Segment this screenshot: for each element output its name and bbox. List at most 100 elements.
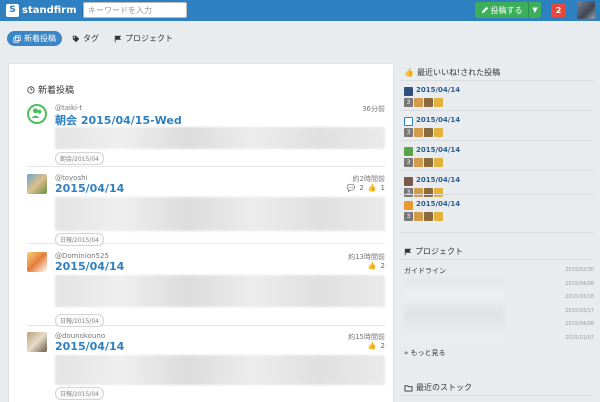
post-author[interactable]: @toyoshi (55, 174, 87, 182)
liker-avatars: 3 (404, 188, 443, 197)
tab-label: プロジェクト (125, 34, 173, 43)
project-list-blurred (404, 278, 504, 338)
liker-avatar[interactable] (424, 128, 433, 137)
liker-avatars: 3 (404, 98, 443, 107)
liker-avatar[interactable] (424, 158, 433, 167)
more-link-label: もっと見る (410, 349, 446, 357)
post-thumbnail (404, 117, 413, 126)
post-title[interactable]: 2015/04/14 (55, 260, 124, 273)
panel-title-text: 新着投稿 (38, 86, 75, 96)
post-preview (55, 275, 385, 307)
divider (400, 232, 594, 233)
group-icon (31, 108, 42, 118)
project-date: 2015/04/08 (565, 281, 594, 287)
search-input[interactable] (83, 2, 187, 18)
liked-post-item[interactable]: 2015/04/14 3 (404, 86, 594, 110)
liked-post-date[interactable]: 2015/04/14 (416, 146, 460, 154)
liker-avatar[interactable] (414, 128, 423, 137)
tab-projects[interactable]: プロジェクト (108, 31, 179, 46)
brand[interactable]: S standfirm ▼ (6, 3, 94, 18)
liked-post-item[interactable]: 2015/04/14 3 (404, 200, 594, 224)
comment-count: 2 (359, 184, 364, 192)
liker-avatar[interactable] (434, 98, 443, 107)
panel-title: 新着投稿 (27, 83, 74, 96)
post-author[interactable]: @Dominion525 (55, 252, 109, 260)
avatar[interactable] (27, 104, 47, 124)
project-date: 2015/01/07 (565, 335, 594, 341)
liker-avatar[interactable] (434, 188, 443, 197)
liked-post-item[interactable]: 2015/04/14 3 (404, 146, 594, 170)
post-item[interactable]: @toyoshi 約2時間前 2015/04/14 💬 2 👍 1 日報/2015/… (27, 174, 385, 246)
thumbs-up-icon: 👍 (367, 184, 377, 192)
flag-icon (114, 35, 122, 42)
post-title[interactable]: 2015/04/14 (55, 182, 124, 195)
post-item[interactable]: @taiki-t 36分前 朝会 2015/04/15-Wed 朝会/2015/… (27, 104, 385, 167)
project-date: 2015/04/08 (565, 321, 594, 327)
avatar[interactable] (27, 174, 47, 194)
liker-avatars: 3 (404, 212, 443, 221)
divider (400, 80, 594, 81)
divider (400, 395, 594, 396)
pencil-icon (481, 6, 488, 14)
tab-label: タグ (83, 34, 99, 43)
liked-post-date[interactable]: 2015/04/14 (416, 176, 460, 184)
post-thumbnail (404, 201, 413, 210)
post-tag[interactable]: 日報/2015/04 (55, 233, 104, 246)
like-count: 3 (404, 188, 413, 197)
post-dropdown-icon[interactable]: ▼ (528, 2, 541, 18)
post-title[interactable]: 2015/04/14 (55, 340, 124, 353)
thumbs-up-icon: 👍 (367, 262, 377, 270)
tab-tags[interactable]: タグ (66, 31, 105, 46)
tab-new-posts[interactable]: 新着投稿 (7, 31, 62, 46)
liker-avatar[interactable] (424, 188, 433, 197)
post-author[interactable]: @dounokouno (55, 332, 105, 340)
liker-avatar[interactable] (414, 158, 423, 167)
like-count: 1 (380, 184, 385, 192)
post-title[interactable]: 朝会 2015/04/15-Wed (55, 112, 182, 128)
post-button-label: 投稿する (490, 5, 523, 15)
post-item[interactable]: @Dominion525 約13時間前 2015/04/14 👍 2 日報/201… (27, 252, 385, 327)
post-thumbnail (404, 87, 413, 96)
post-stats: 👍 2 (368, 262, 385, 270)
liker-avatar[interactable] (424, 98, 433, 107)
liked-post-item[interactable]: 2015/04/14 3 (404, 176, 594, 200)
folder-open-icon (404, 384, 413, 392)
flag-icon (404, 248, 412, 255)
liked-posts-title: 👍 最近いいね!された投稿 (404, 67, 500, 78)
liker-avatar[interactable] (424, 212, 433, 221)
post-author[interactable]: @taiki-t (55, 104, 82, 112)
divider (400, 194, 594, 195)
sub-nav: 新着投稿 タグ プロジェクト (0, 21, 600, 55)
project-item[interactable]: ガイドライン (404, 266, 446, 276)
post-tag[interactable]: 日報/2015/04 (55, 387, 104, 400)
liked-post-date[interactable]: 2015/04/14 (416, 116, 460, 124)
tag-icon (72, 35, 80, 42)
divider (400, 140, 594, 141)
post-preview (55, 355, 385, 385)
liker-avatar[interactable] (414, 98, 423, 107)
post-button[interactable]: 投稿する ▼ (475, 2, 541, 18)
avatar[interactable] (27, 332, 47, 352)
post-tag[interactable]: 朝会/2015/04 (55, 152, 104, 165)
liked-post-item[interactable]: 2015/04/14 3 (404, 116, 594, 140)
post-time: 約13時間前 (348, 253, 385, 261)
liked-post-date[interactable]: 2015/04/14 (416, 200, 460, 208)
avatar[interactable] (27, 252, 47, 272)
liker-avatar[interactable] (434, 128, 443, 137)
post-tag[interactable]: 日報/2015/04 (55, 314, 104, 327)
liker-avatar[interactable] (434, 212, 443, 221)
liker-avatar[interactable] (414, 212, 423, 221)
post-thumbnail (404, 147, 413, 156)
projects-title-text: プロジェクト (415, 247, 463, 256)
notification-badge[interactable]: 2 (551, 4, 566, 17)
liker-avatar[interactable] (414, 188, 423, 197)
more-link[interactable]: » もっと見る (404, 348, 446, 358)
post-item[interactable]: @dounokouno 約15時間前 2015/04/14 👍 2 日報/2015… (27, 332, 385, 402)
liked-post-date[interactable]: 2015/04/14 (416, 86, 460, 94)
like-count: 3 (404, 212, 413, 221)
user-avatar[interactable] (577, 1, 595, 19)
brand-logo-icon: S (6, 4, 19, 17)
liker-avatar[interactable] (434, 158, 443, 167)
stock-title-text: 最近のストック (416, 383, 472, 392)
post-thumbnail (404, 177, 413, 186)
